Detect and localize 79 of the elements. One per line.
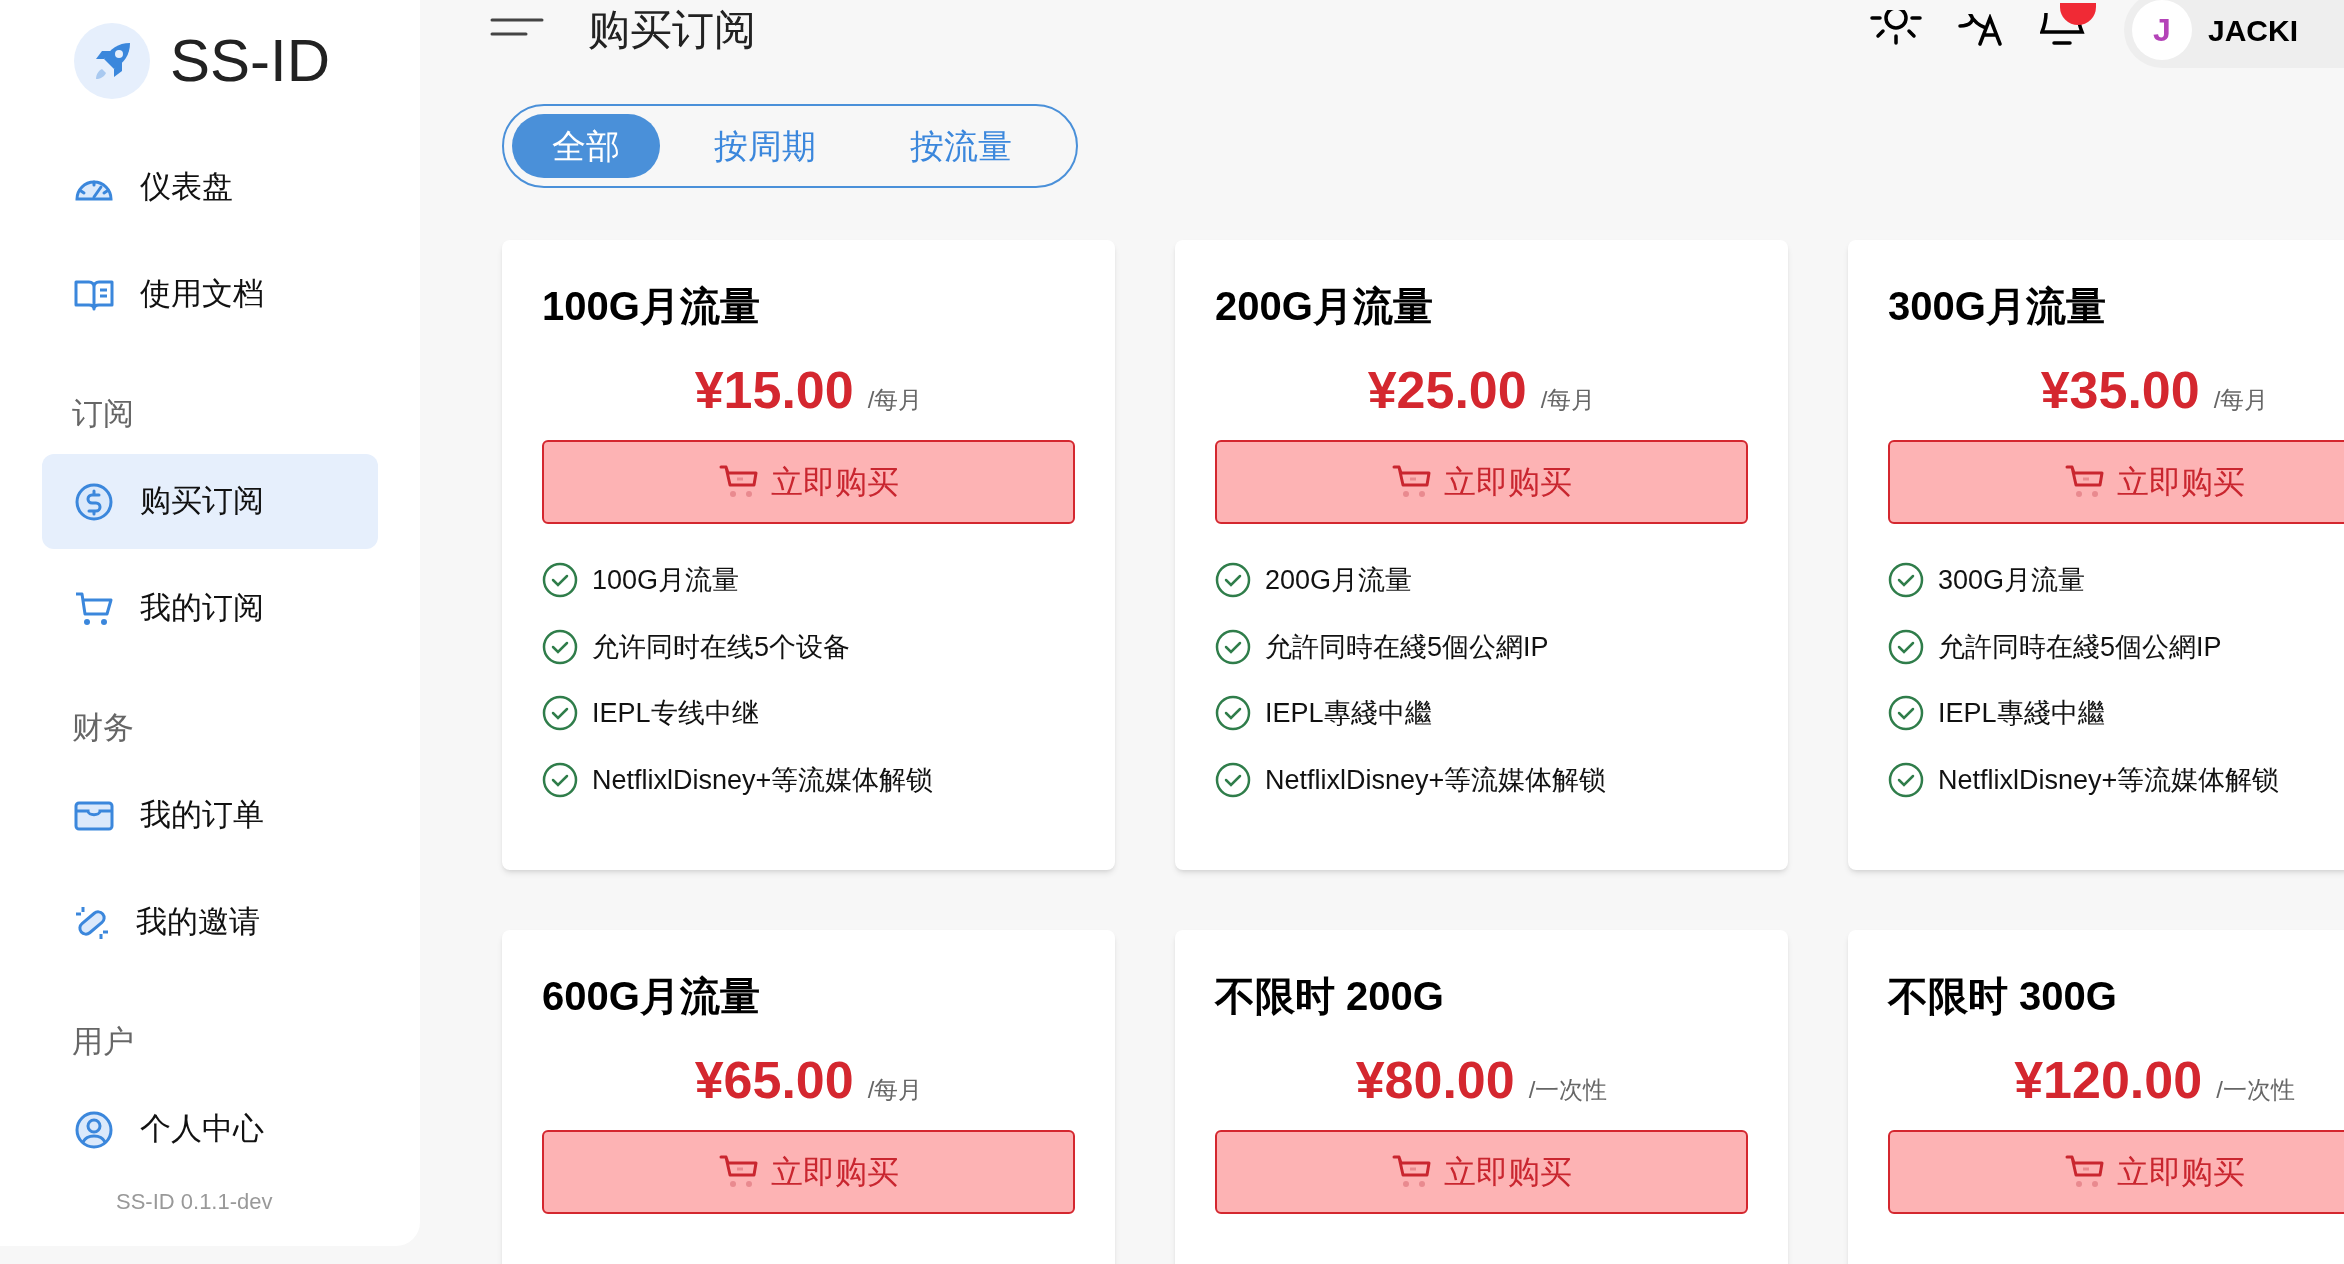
plan-name: 不限时 300G [1888, 976, 2118, 1016]
check-icon [1215, 695, 1251, 732]
page-title: 购买订阅 [588, 9, 756, 51]
user-icon [74, 1109, 114, 1150]
nav-item[interactable]: 我的邀请 [42, 875, 378, 970]
section-label: 财务 [71, 709, 135, 747]
check-icon [542, 695, 578, 732]
nav-item[interactable]: 我的订单 [42, 768, 378, 863]
plan-price: ¥80.00 [1355, 1054, 1515, 1106]
buy-button[interactable]: 立即购买 [542, 1130, 1075, 1214]
cart-icon [74, 590, 114, 627]
plan-name: 100G月流量 [542, 286, 761, 326]
feature-text: 200G月流量 [1265, 564, 1413, 597]
plan-price: ¥65.00 [694, 1054, 854, 1106]
feature-text: 100G月流量 [592, 564, 740, 597]
feature-text: 允许同时在线5个设备 [592, 630, 851, 664]
user-chip[interactable]: J JACKI [2124, 0, 2344, 68]
section-label: 订阅 [71, 395, 135, 433]
price-period: /每月 [2213, 385, 2269, 415]
plan-price: ¥15.00 [694, 364, 854, 416]
nav-item[interactable]: 购买订阅 [42, 454, 378, 549]
buy-button[interactable]: 立即购买 [542, 440, 1075, 524]
feature-text: 允許同時在綫5個公網IP [1265, 630, 1549, 664]
cart-icon [718, 464, 759, 500]
filter-tab[interactable]: 按流量 [870, 114, 1052, 178]
plan-name: 不限时 200G [1215, 976, 1445, 1016]
price-period: /每月 [867, 385, 923, 415]
plan-price: ¥35.00 [2040, 364, 2200, 416]
brand-name: SS-ID [170, 31, 331, 91]
version-label: SS-ID 0.1.1-dev [115, 1188, 274, 1216]
feature-text: IEPL專綫中繼 [1265, 697, 1432, 730]
buy-button[interactable]: 立即购买 [1888, 440, 2344, 524]
plan-name: 600G月流量 [542, 976, 761, 1016]
buy-button[interactable]: 立即购买 [1215, 440, 1748, 524]
buy-button[interactable]: 立即购买 [1888, 1130, 2344, 1214]
nav-item[interactable]: 个人中心 [42, 1082, 378, 1177]
feature-text: 300G月流量 [1938, 564, 2086, 597]
nav-item[interactable]: 仪表盘 [42, 140, 378, 235]
buy-button[interactable]: 立即购买 [1215, 1130, 1748, 1214]
cart-icon [718, 1154, 759, 1190]
check-icon [1888, 628, 1924, 665]
book-icon [74, 278, 114, 311]
cart-icon [1391, 1154, 1432, 1190]
price-period: /每月 [1540, 385, 1596, 415]
avatar: J [2132, 0, 2192, 60]
feature-text: NetflixlDisney+等流媒体解锁 [1265, 763, 1607, 797]
check-icon [1215, 761, 1251, 798]
feature-text: NetflixlDisney+等流媒体解锁 [592, 763, 934, 797]
check-icon [542, 761, 578, 798]
filter-tab[interactable]: 按周期 [674, 114, 856, 178]
nav-item[interactable]: 我的订阅 [42, 561, 378, 656]
plan-price: ¥120.00 [2014, 1054, 2203, 1106]
plan-name: 300G月流量 [1888, 286, 2107, 326]
check-icon [542, 628, 578, 665]
check-icon [542, 562, 578, 599]
cart-icon [2064, 1154, 2105, 1190]
feature-text: 允許同時在綫5個公網IP [1938, 630, 2222, 664]
plan-name: 200G月流量 [1215, 286, 1434, 326]
price-period: /一次性 [1528, 1075, 1608, 1105]
price-period: /一次性 [2216, 1075, 2295, 1105]
nav-item[interactable]: 使用文档 [42, 247, 378, 342]
bell-icon[interactable] [2040, 13, 2086, 47]
plan-price: ¥25.00 [1367, 364, 1527, 416]
cart-icon [1391, 464, 1432, 500]
check-icon [1215, 628, 1251, 665]
dollar-icon [74, 481, 114, 522]
feature-text: IEPL專綫中繼 [1938, 697, 2105, 730]
filter-tab[interactable]: 全部 [512, 114, 660, 178]
feature-text: IEPL专线中继 [592, 697, 759, 730]
check-icon [1888, 562, 1924, 599]
section-label: 用户 [71, 1023, 135, 1061]
price-period: /每月 [867, 1075, 923, 1105]
check-icon [1215, 562, 1251, 599]
cart-icon [2064, 464, 2105, 500]
username: JACKI [2208, 12, 2298, 49]
feature-text: NetflixlDisney+等流媒体解锁 [1938, 763, 2280, 797]
wallet-icon [74, 800, 114, 831]
check-icon [1888, 695, 1924, 732]
check-icon [1888, 761, 1924, 798]
